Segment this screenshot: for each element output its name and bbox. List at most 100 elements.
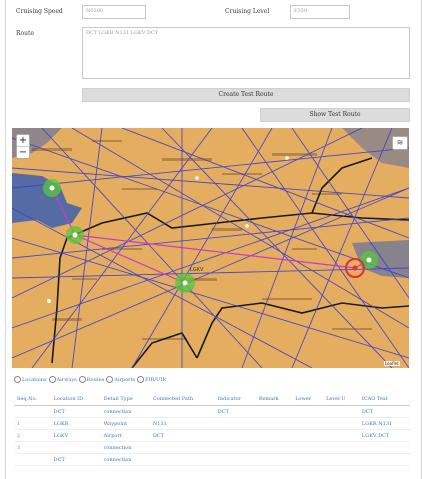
zoom-out-button[interactable]: − (17, 146, 29, 158)
table-cell (292, 441, 324, 454)
waypoint-dot (182, 280, 188, 286)
waypoint-dot (72, 232, 78, 238)
table-cell: LGKV DCT (358, 429, 410, 442)
table-cell: DCT (214, 405, 256, 418)
waypoint-dot (366, 257, 372, 263)
column-header[interactable]: Connected Path (149, 392, 215, 406)
table-cell (255, 429, 293, 442)
table-row[interactable]: 1 LGKR Waypoint N131 LGKR N131 (14, 417, 410, 430)
table-cell: N131 (149, 417, 215, 430)
layers-icon[interactable]: ≋ (392, 136, 408, 150)
table-cell: DCT (358, 405, 410, 418)
table-cell (292, 453, 324, 466)
table-cell (323, 417, 359, 430)
table-cell (255, 417, 293, 430)
column-header[interactable]: ICAO Text (358, 392, 410, 406)
country-borders (51, 157, 409, 368)
checkbox-icon[interactable] (48, 376, 56, 383)
filter-label: FIR/UIR (145, 376, 166, 383)
table-cell (323, 429, 359, 442)
table-cell: Airport (100, 429, 150, 442)
map-attribution[interactable]: Leaflet (384, 361, 400, 366)
checkbox-icon[interactable] (106, 376, 114, 383)
filter-airports[interactable]: Airports (106, 376, 135, 383)
waypoint-dot (49, 185, 55, 191)
filter-label: Airways (56, 376, 77, 383)
table-cell: DCT (50, 453, 101, 466)
table-cell (292, 405, 324, 418)
column-header[interactable]: Seq.No. (14, 392, 51, 406)
column-header[interactable]: Remark (255, 392, 293, 406)
table-cell (292, 429, 324, 442)
column-header[interactable]: Level U (323, 392, 359, 406)
checkbox-icon[interactable] (137, 376, 145, 383)
table-cell (214, 429, 256, 442)
airport-dot (352, 265, 358, 271)
filter-checkboxes: Locations Airways Routes Airports FIR/UI… (14, 376, 166, 383)
nav-point (285, 156, 289, 160)
airway-lines (12, 128, 409, 368)
table-row[interactable]: DCT connection DCT DCT (14, 405, 410, 418)
column-header[interactable]: Lower (292, 392, 324, 406)
table-cell (50, 441, 101, 454)
show-test-route-button[interactable]: Show Test Route (260, 108, 410, 122)
route-table: Seq.No. Location ID Detail Type Connecte… (14, 392, 410, 466)
filter-routes[interactable]: Routes (78, 376, 105, 383)
filter-fir[interactable]: FIR/UIR (137, 376, 166, 383)
table-cell (214, 453, 256, 466)
create-test-route-button[interactable]: Create Test Route (82, 88, 410, 102)
table-cell: DCT (149, 429, 215, 442)
column-header[interactable]: Location ID (50, 392, 101, 406)
table-cell (323, 453, 359, 466)
table-header-row: Seq.No. Location ID Detail Type Connecte… (14, 392, 410, 406)
table-cell: 3 (14, 441, 51, 454)
table-cell (149, 405, 215, 418)
cruising-speed-input[interactable]: N0280 (82, 5, 146, 19)
table-cell: LGKV (50, 429, 101, 442)
filter-label: Routes (86, 376, 105, 383)
column-header[interactable]: Indicator (214, 392, 256, 406)
table-cell: DCT (50, 405, 101, 418)
route-label: Route (16, 30, 34, 37)
filter-label: Airports (114, 376, 136, 383)
map-canvas: LGKV (12, 128, 409, 368)
map[interactable]: LGKV (12, 128, 409, 368)
table-row[interactable]: 3 connection (14, 441, 410, 454)
zoom-in-button[interactable]: + (17, 135, 29, 146)
table-cell: 1 (14, 417, 51, 430)
table-cell (358, 441, 410, 454)
table-cell: connection (100, 453, 150, 466)
table-cell: connection (100, 441, 150, 454)
table-cell: Waypoint (100, 417, 150, 430)
table-cell (358, 453, 410, 466)
table-cell (149, 441, 215, 454)
checkbox-icon[interactable] (14, 376, 21, 383)
table-cell: 2 (14, 429, 51, 442)
checkbox-icon[interactable] (78, 376, 86, 383)
table-cell (255, 405, 293, 418)
table-cell (149, 453, 215, 466)
table-cell (14, 405, 51, 418)
table-row[interactable]: 2 LGKV Airport DCT LGKV DCT (14, 429, 410, 442)
cruising-level-input[interactable]: F350 (290, 5, 350, 19)
filter-airways[interactable]: Airways (48, 376, 77, 383)
table-row[interactable]: DCT connection (14, 453, 410, 466)
table-cell (255, 441, 293, 454)
table-cell (292, 417, 324, 430)
nav-point (47, 299, 51, 303)
route-line (51, 187, 370, 284)
table-cell: connection (100, 405, 150, 418)
column-header[interactable]: Detail Type (100, 392, 150, 406)
place-label: LGKV (190, 267, 204, 273)
filter-label: Locations (22, 376, 47, 383)
route-textarea[interactable]: DCT LGKR N131 LGKV DCT (82, 27, 410, 79)
filter-locations[interactable]: Locations (14, 376, 47, 383)
nav-point (245, 224, 249, 228)
table-cell (255, 453, 293, 466)
cruising-level-label: Cruising Level (225, 8, 270, 15)
table-cell: LGKR (50, 417, 101, 430)
table-cell (214, 417, 256, 430)
table-cell (214, 441, 256, 454)
table-cell (323, 405, 359, 418)
cruising-speed-label: Cruising Speed (16, 8, 63, 15)
